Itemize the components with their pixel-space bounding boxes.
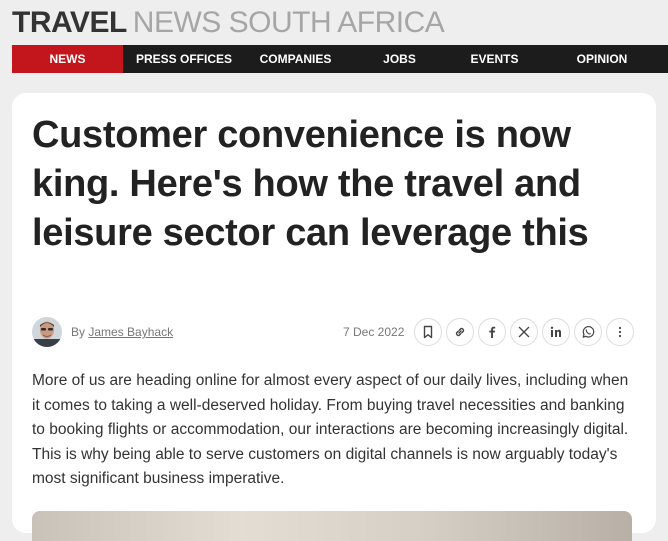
whatsapp-icon — [582, 326, 595, 338]
author-link[interactable]: James Bayhack — [88, 325, 173, 339]
article-headline: Customer convenience is now king. Here's… — [32, 114, 589, 254]
nav-item-press-offices[interactable]: PRESS OFFICES — [123, 45, 245, 73]
article-card: Customer convenience is now king. Here's… — [12, 93, 656, 541]
author-photo — [32, 317, 62, 347]
x-icon — [518, 326, 530, 338]
linkedin-icon — [550, 326, 561, 337]
byline-prefix: By — [71, 325, 86, 339]
nav-item-jobs[interactable]: JOBS — [346, 45, 453, 73]
nav-item-news[interactable]: NEWS — [12, 45, 123, 73]
facebook-icon — [489, 326, 496, 338]
publish-date: 7 Dec 2022 — [343, 325, 405, 339]
site-logo[interactable]: TRAVEL NEWS SOUTH AFRICA — [12, 6, 445, 40]
article-lede: More of us are heading online for almost… — [32, 372, 629, 487]
bookmark-button[interactable] — [414, 318, 442, 346]
article-hero-image — [32, 511, 632, 541]
nav-item-opinion[interactable]: OPINION — [536, 45, 668, 73]
share-linkedin-button[interactable] — [542, 318, 570, 346]
share-x-button[interactable] — [510, 318, 538, 346]
nav-item-companies[interactable]: COMPANIES — [245, 45, 346, 73]
nav-item-events[interactable]: EVENTS — [453, 45, 536, 73]
share-facebook-button[interactable] — [478, 318, 506, 346]
byline: By James Bayhack — [71, 325, 173, 339]
main-nav: NEWS PRESS OFFICES COMPANIES JOBS EVENTS… — [12, 45, 668, 73]
more-options-button[interactable] — [606, 318, 634, 346]
logo-word-travel: TRAVEL — [12, 6, 127, 39]
share-toolbar — [414, 318, 634, 346]
share-whatsapp-button[interactable] — [574, 318, 602, 346]
more-icon — [618, 326, 622, 338]
link-icon — [455, 327, 465, 337]
bookmark-icon — [423, 325, 433, 339]
author-avatar[interactable] — [32, 317, 62, 347]
copy-link-button[interactable] — [446, 318, 474, 346]
logo-word-news-south-africa: NEWS SOUTH AFRICA — [132, 6, 445, 39]
